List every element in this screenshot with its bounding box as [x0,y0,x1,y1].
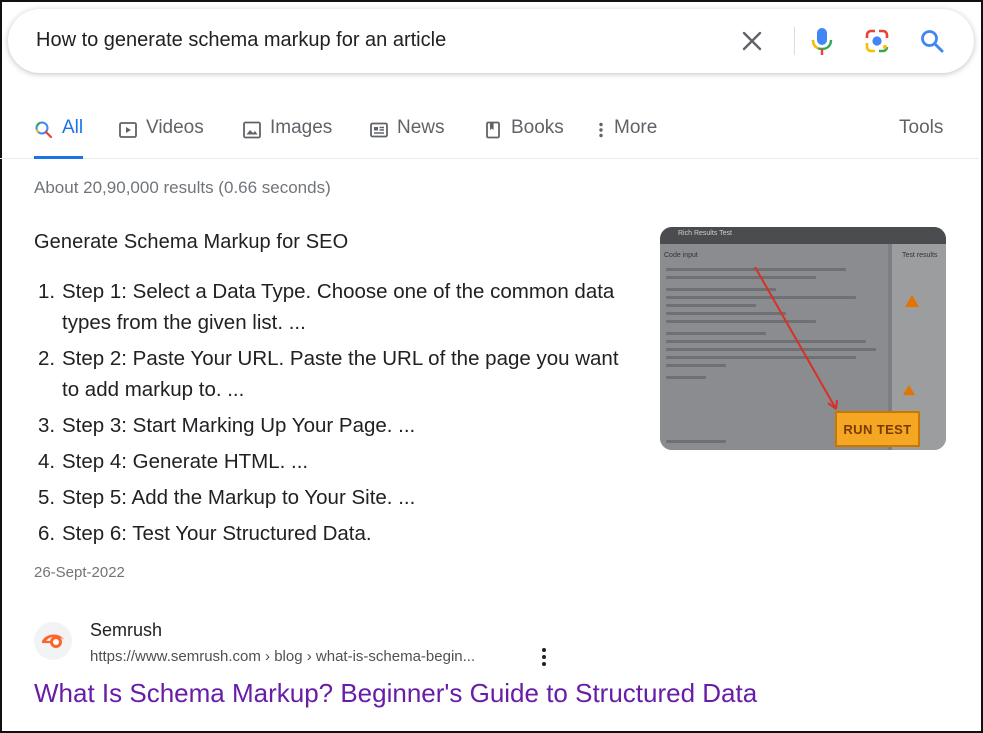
camera-lens-icon[interactable] [861,25,893,57]
step-text: Step 1: Select a Data Type. Choose one o… [62,280,615,334]
tab-videos-label: Videos [146,117,204,138]
tab-more-label: More [614,117,658,138]
search-tabs: All Videos Images News Books More Tools [0,112,979,159]
tools-label: Tools [899,117,944,138]
tab-books-label: Books [511,117,564,138]
tab-videos[interactable]: Videos [118,117,204,159]
list-item: 4. Step 4: Generate HTML. ... [34,446,634,477]
step-number: 1. [38,280,56,303]
image-icon [243,121,261,139]
snippet-date: 26-Sept-2022 [34,564,125,581]
snippet-steps: 1. Step 1: Select a Data Type. Choose one… [34,276,634,554]
tab-news-label: News [397,117,445,138]
news-icon [370,122,388,138]
step-number: 2. [38,347,56,370]
play-icon [119,122,137,138]
book-icon [486,121,500,139]
list-item: 5. Step 5: Add the Markup to Your Site. .… [34,482,634,513]
tab-more[interactable]: More [596,117,657,159]
step-text: Step 4: Generate HTML. ... [62,450,309,473]
search-input[interactable]: How to generate schema markup for an art… [36,29,446,52]
list-item: 1. Step 1: Select a Data Type. Choose one… [34,276,634,338]
list-item: 2. Step 2: Paste Your URL. Paste the URL … [34,343,634,405]
more-vert-icon [599,122,603,138]
close-icon[interactable] [736,25,768,57]
tab-images-label: Images [270,117,333,138]
snippet-title: Generate Schema Markup for SEO [34,231,349,253]
search-icon [35,121,53,139]
semrush-logo-icon [34,622,72,660]
result-site-name: Semrush [90,620,163,640]
result-title-link[interactable]: What Is Schema Markup? Beginner's Guide … [34,678,757,709]
search-bar[interactable]: How to generate schema markup for an art… [8,9,974,73]
tab-all-label: All [62,117,84,138]
tab-news[interactable]: News [369,117,445,159]
list-item: 6. Step 6: Test Your Structured Data. [34,518,634,549]
step-number: 6. [38,522,56,545]
more-options-icon[interactable] [536,646,552,668]
tab-all[interactable]: All [34,117,84,159]
tab-books[interactable]: Books [483,117,564,159]
search-divider [794,27,795,55]
search-icon[interactable] [916,25,948,57]
result-url: https://www.semrush.com › blog › what-is… [90,648,476,665]
step-text: Step 6: Test Your Structured Data. [62,522,372,545]
result-stats: About 20,90,000 results (0.66 seconds) [34,178,331,197]
tab-images[interactable]: Images [242,117,332,159]
step-number: 4. [38,450,56,473]
step-text: Step 2: Paste Your URL. Paste the URL of… [62,347,619,401]
step-number: 3. [38,414,56,437]
tools-button[interactable]: Tools [899,117,943,159]
run-test-button: RUN TEST [835,411,920,447]
step-text: Step 5: Add the Markup to Your Site. ... [62,486,416,509]
step-text: Step 3: Start Marking Up Your Page. ... [62,414,416,437]
mic-icon[interactable] [806,25,838,57]
step-number: 5. [38,486,56,509]
list-item: 3. Step 3: Start Marking Up Your Page. ..… [34,410,634,441]
